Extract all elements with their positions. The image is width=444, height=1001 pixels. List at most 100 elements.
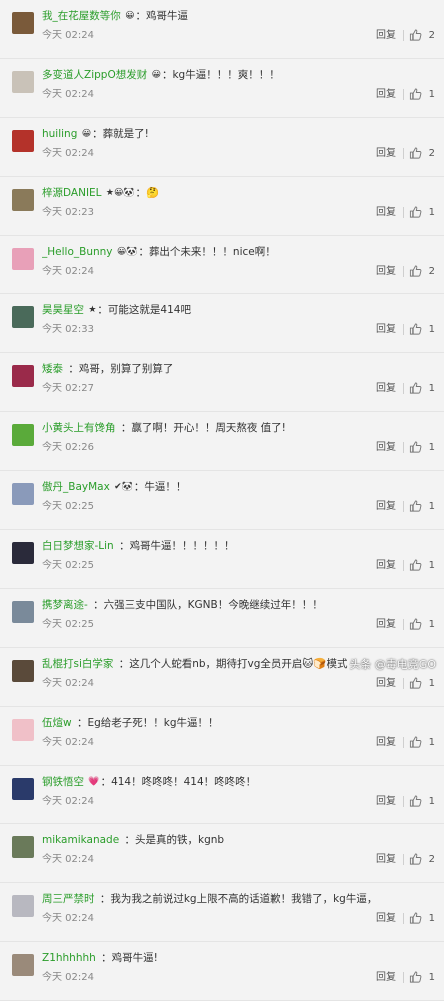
username[interactable]: 伍煊w: [42, 717, 72, 729]
reply-button[interactable]: 回复: [376, 853, 396, 866]
username[interactable]: Z1hhhhhh: [42, 952, 96, 964]
reply-button[interactable]: 回复: [376, 795, 396, 808]
thumbs-up-icon[interactable]: [409, 205, 422, 219]
username[interactable]: 矮泰: [42, 363, 63, 375]
username[interactable]: 多变道人ZippO想发财: [42, 69, 147, 81]
avatar[interactable]: [12, 542, 34, 565]
comment-line: 乱棍打si白学家 ：这几个人蛇看nb，期待打vg全员开启🐱🍞模式: [42, 657, 374, 671]
colon-separator: ：: [68, 363, 79, 376]
user-badges: 😀🐼: [116, 246, 138, 257]
thumbs-up-icon[interactable]: [409, 911, 422, 925]
colon-separator: ：: [161, 68, 173, 81]
like-count: 1: [428, 972, 435, 984]
username[interactable]: 乱棍打si白学家: [42, 658, 113, 670]
reply-button[interactable]: 回复: [376, 382, 396, 395]
timestamp: 今天 02:27: [42, 383, 94, 395]
colon-separator: ：: [97, 304, 108, 317]
avatar[interactable]: [12, 12, 34, 34]
colon-separator: ：: [124, 834, 136, 847]
thumbs-up-icon[interactable]: [409, 794, 422, 808]
username[interactable]: 我_在花屋数等你: [42, 10, 121, 22]
like-count: 2: [428, 147, 435, 159]
username[interactable]: 周三严禁时: [42, 893, 95, 905]
comment-text: 头是真的铁，kgnb: [135, 834, 225, 847]
reply-button[interactable]: 回复: [376, 677, 396, 690]
thumbs-up-icon[interactable]: [409, 970, 422, 984]
comment-text: 鸡哥牛逼！！！！！！: [129, 540, 235, 553]
reply-button[interactable]: 回复: [376, 971, 396, 984]
avatar[interactable]: [12, 188, 34, 211]
thumbs-up-icon[interactable]: [409, 558, 422, 572]
username[interactable]: 昊昊星空: [42, 304, 84, 316]
reply-button[interactable]: 回复: [376, 500, 396, 513]
divider: [403, 206, 404, 218]
username[interactable]: 小黄头上有馋角: [42, 422, 116, 434]
timestamp: 今天 02:24: [42, 147, 94, 159]
reply-button[interactable]: 回复: [376, 736, 396, 749]
colon-separator: ：: [135, 10, 146, 22]
reply-button[interactable]: 回复: [376, 147, 396, 160]
username[interactable]: 携梦离途-: [42, 599, 88, 611]
thumbs-up-icon[interactable]: [409, 28, 422, 42]
comment-line: 周三严禁时 ：我为我之前说过kg上限不高的话道歉！我错了，kg牛逼，鸡哥牛逼: [42, 892, 374, 906]
reply-button[interactable]: 回复: [376, 206, 396, 219]
avatar[interactable]: [12, 129, 34, 152]
colon-separator: ：: [138, 245, 149, 258]
colon-separator: ：: [101, 952, 112, 965]
divider: [403, 442, 404, 454]
comment-row: 傲丹_BayMax ✔🐼：牛逼！！ 今天 02:25 回复 1: [0, 471, 444, 531]
thumbs-up-icon[interactable]: [409, 381, 422, 395]
thumbs-up-icon[interactable]: [409, 87, 422, 101]
username[interactable]: 傲丹_BayMax: [42, 481, 110, 493]
reply-button[interactable]: 回复: [376, 323, 396, 336]
username[interactable]: mikamikanade: [42, 834, 119, 846]
divider: [403, 501, 404, 513]
comment-text: 葬出个未来！！！nice啊！: [148, 245, 276, 258]
reply-button[interactable]: 回复: [376, 559, 396, 572]
thumbs-up-icon[interactable]: [409, 735, 422, 749]
thumbs-up-icon[interactable]: [409, 146, 422, 160]
username[interactable]: huiling: [42, 128, 77, 140]
username[interactable]: 白日梦想家-Lin: [42, 540, 114, 552]
username[interactable]: 钢铁悟空: [42, 776, 84, 788]
divider: [403, 147, 404, 159]
thumbs-up-icon[interactable]: [409, 264, 422, 278]
avatar[interactable]: [12, 247, 34, 270]
reply-button[interactable]: 回复: [376, 912, 396, 925]
thumbs-up-icon[interactable]: [409, 440, 422, 454]
like-count: 1: [428, 442, 435, 454]
divider: [403, 913, 404, 925]
reply-button[interactable]: 回复: [376, 265, 396, 278]
avatar[interactable]: [12, 954, 34, 977]
avatar[interactable]: [12, 600, 34, 623]
divider: [403, 560, 404, 572]
like-count: 1: [428, 560, 435, 572]
avatar[interactable]: [12, 777, 34, 800]
avatar[interactable]: [12, 483, 34, 506]
divider: [403, 30, 404, 41]
avatar[interactable]: [12, 659, 34, 682]
username[interactable]: _Hello_Bunny: [42, 246, 113, 258]
avatar[interactable]: [12, 70, 34, 93]
username[interactable]: 梓源DANIEL: [42, 187, 102, 199]
reply-button[interactable]: 回复: [376, 88, 396, 101]
avatar[interactable]: [12, 306, 34, 329]
avatar[interactable]: [12, 365, 34, 388]
avatar[interactable]: [12, 895, 34, 918]
thumbs-up-icon[interactable]: [409, 499, 422, 513]
avatar[interactable]: [12, 424, 34, 447]
thumbs-up-icon[interactable]: [409, 322, 422, 336]
avatar[interactable]: [12, 718, 34, 741]
like-count: 2: [428, 854, 435, 866]
timestamp: 今天 02:24: [42, 972, 94, 984]
avatar[interactable]: [12, 836, 34, 859]
thumbs-up-icon[interactable]: [409, 852, 422, 866]
thumbs-up-icon[interactable]: [409, 617, 422, 631]
reply-button[interactable]: 回复: [376, 441, 396, 454]
like-count: 1: [428, 736, 435, 748]
comment-text: 六强三支中国队，KGNB！今晚继续过年！！！: [103, 598, 323, 611]
reply-button[interactable]: 回复: [376, 29, 396, 42]
comment-line: Z1hhhhhh ：鸡哥牛逼!: [42, 951, 374, 965]
like-count: 1: [428, 88, 435, 100]
reply-button[interactable]: 回复: [376, 618, 396, 631]
